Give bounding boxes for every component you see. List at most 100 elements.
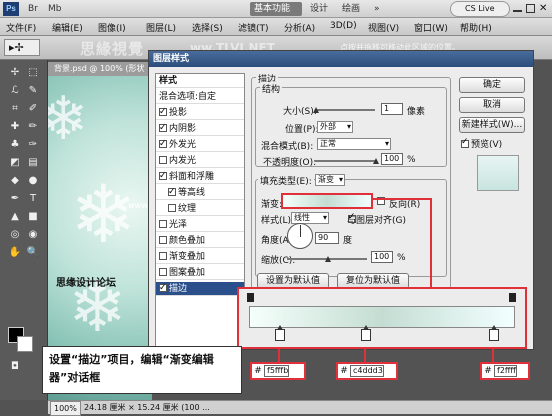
color-stop-2[interactable]: [361, 325, 371, 341]
tool-preset-picker[interactable]: ▸✢: [4, 39, 40, 56]
opacity-slider[interactable]: [315, 160, 375, 162]
size-slider[interactable]: [315, 109, 375, 111]
3d-rotate-icon[interactable]: ◎: [8, 228, 22, 242]
pen-icon[interactable]: ✒: [8, 192, 22, 206]
crop-icon[interactable]: ⌗: [8, 102, 22, 116]
menu-view[interactable]: 视图(V): [368, 21, 399, 34]
style-item[interactable]: 等高线: [156, 185, 244, 200]
color-stop-3-hex[interactable]: # f2ffff: [480, 362, 530, 380]
style-checkbox[interactable]: [159, 137, 167, 151]
gradient-style-select[interactable]: 线性: [291, 212, 329, 224]
menu-filter[interactable]: 滤镜(T): [238, 21, 269, 34]
style-checkbox[interactable]: [159, 169, 167, 183]
style-item[interactable]: 纹理: [156, 202, 244, 216]
menu-analysis[interactable]: 分析(A): [284, 21, 315, 34]
close-icon[interactable]: ✕: [539, 4, 548, 14]
gradient-bar[interactable]: [249, 306, 515, 328]
size-slider-thumb[interactable]: [313, 107, 319, 113]
style-checkbox[interactable]: [168, 204, 176, 212]
style-item[interactable]: 内阴影: [156, 121, 244, 136]
eyedropper-icon[interactable]: ✐: [26, 102, 40, 116]
opacity-stop-right[interactable]: [509, 293, 516, 302]
hex-value[interactable]: f5fffb: [264, 365, 290, 377]
style-checkbox[interactable]: [159, 268, 167, 276]
hex-value[interactable]: f2ffff: [494, 365, 517, 377]
essentials-workspace-button[interactable]: 基本功能: [250, 2, 302, 16]
painting-workspace-button[interactable]: 绘画: [338, 2, 364, 16]
path-select-icon[interactable]: ▲: [8, 210, 22, 224]
style-item[interactable]: 斜面和浮雕: [156, 169, 244, 184]
preview-checkbox[interactable]: 预览(V): [461, 137, 502, 150]
scale-input[interactable]: 100: [371, 251, 393, 263]
blur-icon[interactable]: ◆: [8, 174, 22, 188]
design-workspace-button[interactable]: 设计: [306, 2, 332, 16]
cancel-button[interactable]: 取消: [459, 97, 525, 113]
style-checkbox[interactable]: [159, 252, 167, 260]
blend-options-item[interactable]: 混合选项:自定: [156, 90, 244, 104]
dodge-icon[interactable]: ●: [26, 174, 40, 188]
style-item[interactable]: 外发光: [156, 137, 244, 152]
shape-icon[interactable]: ■: [26, 210, 40, 224]
scale-slider-thumb[interactable]: [325, 256, 331, 262]
menu-window[interactable]: 窗口(W): [414, 21, 448, 34]
style-item[interactable]: 图案叠加: [156, 266, 244, 280]
angle-input[interactable]: 90: [315, 232, 339, 244]
style-checkbox[interactable]: [159, 220, 167, 228]
blend-mode-select[interactable]: 正常: [317, 138, 391, 150]
ok-button[interactable]: 确定: [459, 77, 525, 93]
style-item[interactable]: 光泽: [156, 218, 244, 232]
cs-live-button[interactable]: CS Live: [450, 1, 510, 17]
minibridge-button[interactable]: Mb: [44, 2, 65, 16]
angle-dial[interactable]: [287, 223, 313, 249]
menu-help[interactable]: 帮助(H): [460, 21, 492, 34]
document-tab[interactable]: 背景.psd @ 100% (形状: [48, 62, 148, 76]
style-checkbox[interactable]: [159, 236, 167, 244]
style-item[interactable]: 内发光: [156, 154, 244, 168]
type-icon[interactable]: T: [26, 192, 40, 206]
maximize-icon[interactable]: [526, 4, 535, 13]
minimize-icon[interactable]: [513, 4, 522, 12]
style-item[interactable]: 渐变叠加: [156, 250, 244, 264]
menu-edit[interactable]: 编辑(E): [52, 21, 83, 34]
menu-image[interactable]: 图像(I): [98, 21, 126, 34]
zoom-icon[interactable]: 🔍: [26, 246, 40, 260]
quick-mask-icon[interactable]: ◘: [8, 360, 22, 374]
style-checkbox[interactable]: [168, 185, 176, 199]
eraser-icon[interactable]: ◩: [8, 156, 22, 170]
3d-camera-icon[interactable]: ◉: [26, 228, 40, 242]
style-item[interactable]: 颜色叠加: [156, 234, 244, 248]
color-stop-3[interactable]: [489, 325, 499, 341]
opacity-stop-left[interactable]: [247, 293, 254, 302]
position-select[interactable]: 外部: [317, 121, 353, 133]
opacity-slider-thumb[interactable]: [373, 158, 379, 164]
hex-value[interactable]: c4ddd3: [350, 365, 384, 377]
move-icon[interactable]: ✢: [8, 66, 22, 80]
stamp-icon[interactable]: ♣: [8, 138, 22, 152]
more-workspaces-button[interactable]: »: [370, 2, 384, 16]
color-stop-2-hex[interactable]: # c4ddd3: [336, 362, 398, 380]
menu-file[interactable]: 文件(F): [6, 21, 36, 34]
menu-3d[interactable]: 3D(D): [330, 21, 357, 31]
lasso-icon[interactable]: ℒ: [8, 84, 22, 98]
style-checkbox[interactable]: [159, 281, 167, 295]
style-item[interactable]: 描边: [156, 281, 244, 296]
fill-type-select[interactable]: 渐变: [315, 174, 345, 186]
style-checkbox[interactable]: [159, 121, 167, 135]
background-color-swatch[interactable]: [17, 336, 33, 352]
color-stop-1-hex[interactable]: # f5fffb: [250, 362, 306, 380]
opacity-input[interactable]: 100: [381, 153, 403, 165]
menu-layer[interactable]: 图层(L): [146, 21, 176, 34]
history-brush-icon[interactable]: ✑: [26, 138, 40, 152]
brush-icon[interactable]: ✏: [26, 120, 40, 134]
menu-select[interactable]: 选择(S): [192, 21, 223, 34]
hand-icon[interactable]: ✋: [8, 246, 22, 260]
marquee-icon[interactable]: ⬚: [26, 66, 40, 80]
size-input[interactable]: 1: [381, 103, 403, 115]
new-style-button[interactable]: 新建样式(W)...: [459, 117, 525, 133]
quick-select-icon[interactable]: ✎: [26, 84, 40, 98]
styles-header[interactable]: 样式: [156, 74, 244, 88]
style-checkbox[interactable]: [159, 105, 167, 119]
gradient-picker[interactable]: [281, 193, 373, 209]
color-stop-1[interactable]: [275, 325, 285, 341]
style-item[interactable]: 投影: [156, 105, 244, 120]
